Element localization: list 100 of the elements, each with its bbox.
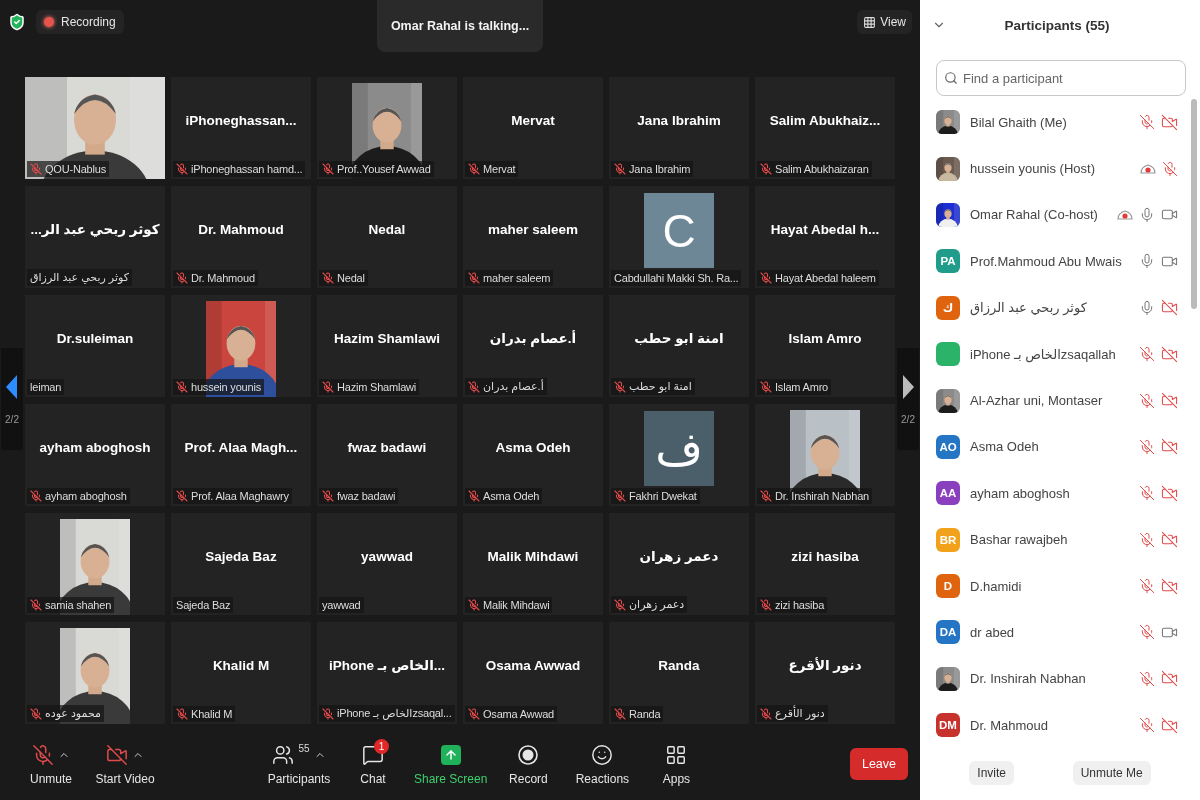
video-tile[interactable]: iPhoneghassan... iPhoneghassan hamd...: [171, 77, 311, 179]
video-tile[interactable]: Islam Amro Islam Amro: [755, 295, 895, 397]
participant-name: Khalid M: [212, 657, 270, 673]
view-button[interactable]: View: [857, 10, 912, 34]
mic-off-icon: [322, 707, 334, 720]
toolbar-button[interactable]: Reactions: [565, 738, 640, 790]
video-tile[interactable]: Dr. Mahmoud Dr. Mahmoud: [171, 186, 311, 288]
video-tile[interactable]: دعمر زهران دعمر زهران: [609, 513, 749, 615]
participant-name: Prof. Alaa Magh...: [184, 439, 298, 455]
search-field[interactable]: Find a participant: [936, 60, 1186, 96]
video-tile[interactable]: zizi hasiba zizi hasiba: [755, 513, 895, 615]
video-tile[interactable]: Salim Abukhaiz... Salim Abukhaizaran: [755, 77, 895, 179]
participant-name: hussein younis (Host): [970, 161, 1096, 177]
leave-button[interactable]: Leave: [849, 748, 908, 780]
page-indicator: 2/2: [901, 413, 915, 425]
participant-row[interactable]: D D.hamidi: [920, 562, 1200, 610]
participant-row[interactable]: ك كوثر ربحي عبد الرزاق: [920, 284, 1200, 331]
video-tile[interactable]: samia shahen: [25, 513, 165, 615]
video-tile[interactable]: yawwad yawwad: [317, 513, 457, 615]
toolbar-button[interactable]: Unmute: [14, 738, 88, 790]
participant-name: ayham aboghosh: [39, 439, 151, 455]
video-tile[interactable]: Hazim Shamlawi Hazim Shamlawi: [317, 295, 457, 397]
mic-off-icon: [322, 490, 334, 502]
record-dot-icon: [44, 17, 54, 27]
video-tile[interactable]: iPhone الخاص بـ... iPhone الخاص بـzsaqal...: [317, 622, 457, 724]
participant-name: Osama Awwad: [485, 657, 581, 673]
participant-row[interactable]: BR Bashar rawajbeh: [920, 516, 1200, 563]
participant-row[interactable]: DM Dr. Mahmoud: [920, 702, 1200, 745]
video-tile[interactable]: Nedal Nedal: [317, 186, 457, 288]
video-tile[interactable]: Prof. Alaa Magh... Prof. Alaa Maghawry: [171, 404, 311, 506]
toolbar-button[interactable]: Record: [491, 738, 566, 790]
panel-button[interactable]: Unmute Me: [1072, 760, 1151, 785]
panel-button[interactable]: Invite: [969, 760, 1014, 785]
page-indicator: 2/2: [5, 413, 19, 425]
shield-icon[interactable]: [8, 13, 26, 31]
video-tile[interactable]: Malik Mihdawi Malik Mihdawi: [463, 513, 603, 615]
name-text: Khalid M: [191, 708, 233, 720]
page-nav[interactable]: 2/2: [1, 348, 23, 450]
next-page-icon[interactable]: [901, 373, 915, 400]
video-tile[interactable]: Khalid M Khalid M: [171, 622, 311, 724]
video-tile[interactable]: دنور الأقرع دنور الأقرع: [755, 622, 895, 724]
video-tile[interactable]: Dr.suleiman leiman: [25, 295, 165, 397]
participant-name: كوثر ربحي عبد الرزاق: [970, 300, 1088, 316]
video-tile[interactable]: fwaz badawi fwaz badawi: [317, 404, 457, 506]
video-tile[interactable]: C Cabdullahi Makki Sh. Ra...: [609, 186, 749, 288]
toolbar-button[interactable]: 1 Chat: [336, 738, 410, 790]
participant-count: 55: [298, 742, 310, 754]
video-tile[interactable]: ayham aboghosh ayham aboghosh: [25, 404, 165, 506]
mic-off-icon: [468, 272, 480, 284]
name-text: كوثر ربحي عبد الرزاق: [30, 271, 129, 284]
participant-row[interactable]: Bilal Ghaith (Me): [920, 99, 1200, 146]
video-tile[interactable]: maher saleem maher saleem: [463, 186, 603, 288]
name-text: دنور الأقرع: [775, 707, 825, 720]
video-tile[interactable]: Jana Ibrahim Jana Ibrahim: [609, 77, 749, 179]
video-tile[interactable]: محمود عوده: [25, 622, 165, 724]
toolbar-button[interactable]: Share Screen: [410, 738, 492, 790]
smiley-icon: [591, 743, 614, 766]
name-text: Prof. Alaa Maghawry: [191, 490, 289, 502]
participant-row[interactable]: iPhone الخاص بـzsaqallah: [920, 330, 1200, 378]
mic-off-icon: [614, 708, 626, 720]
initials-avatar: AA: [936, 481, 960, 506]
talking-toast: Omar Rahal is talking...: [376, 0, 544, 52]
participant-row[interactable]: hussein younis (Host): [920, 145, 1200, 192]
participant-row[interactable]: Al-Azhar uni, Montaser: [920, 377, 1200, 424]
previous-page-icon[interactable]: [5, 373, 19, 400]
participant-name: Asma Odeh: [970, 439, 1040, 455]
video-tile[interactable]: أ.عصام بدران أ.عصام بدران: [463, 295, 603, 397]
video-tile[interactable]: hussein younis: [171, 295, 311, 397]
video-tile[interactable]: Randa Randa: [609, 622, 749, 724]
video-tile[interactable]: Hayat Abedal h... Hayat Abedal haleem: [755, 186, 895, 288]
video-tile[interactable]: Dr. Inshirah Nabhan: [755, 404, 895, 506]
name-text: أ.عصام بدران: [483, 380, 544, 393]
video-tile[interactable]: Prof..Yousef Awwad: [317, 77, 457, 179]
participant-row[interactable]: PA Prof.Mahmoud Abu Mwais: [920, 238, 1200, 285]
name-text: zizi hasiba: [775, 599, 825, 611]
name-text: leiman: [30, 381, 62, 393]
name-text: maher saleem: [483, 272, 551, 284]
participant-row[interactable]: Dr. Inshirah Nabhan: [920, 655, 1200, 703]
participant-row[interactable]: Omar Rahal (Co-host): [920, 191, 1200, 239]
video-tile[interactable]: Asma Odeh Asma Odeh: [463, 404, 603, 506]
mic-off-icon: [614, 163, 626, 175]
page-nav[interactable]: 2/2: [897, 348, 919, 450]
initials-avatar: BR: [936, 527, 960, 552]
video-tile[interactable]: Mervat Mervat: [463, 77, 603, 179]
name-text: Cabdullahi Makki Sh. Ra...: [614, 272, 739, 284]
toolbar-button[interactable]: Apps: [639, 738, 714, 790]
mic-off-icon: [614, 380, 626, 393]
toolbar-button[interactable]: 55 Participants: [262, 738, 336, 790]
toolbar-button[interactable]: Start Video: [88, 738, 162, 790]
video-tile[interactable]: QOU-Nablus: [25, 77, 165, 179]
video-tile[interactable]: امنة ابو حطب امنة ابو حطب: [609, 295, 749, 397]
scrollbar[interactable]: [1191, 99, 1197, 309]
participant-row[interactable]: AA ayham aboghosh: [920, 470, 1200, 517]
participant-name: Omar Rahal (Co-host): [970, 207, 1099, 223]
video-tile[interactable]: Sajeda Baz Sajeda Baz: [171, 513, 311, 615]
participant-row[interactable]: AO Asma Odeh: [920, 423, 1200, 471]
participant-row[interactable]: DA dr abed: [920, 609, 1200, 656]
video-tile[interactable]: Osama Awwad Osama Awwad: [463, 622, 603, 724]
video-tile[interactable]: ...كوثر ربحي عبد الر كوثر ربحي عبد الرزاق: [25, 186, 165, 288]
recording-indicator[interactable]: Recording: [36, 10, 124, 34]
